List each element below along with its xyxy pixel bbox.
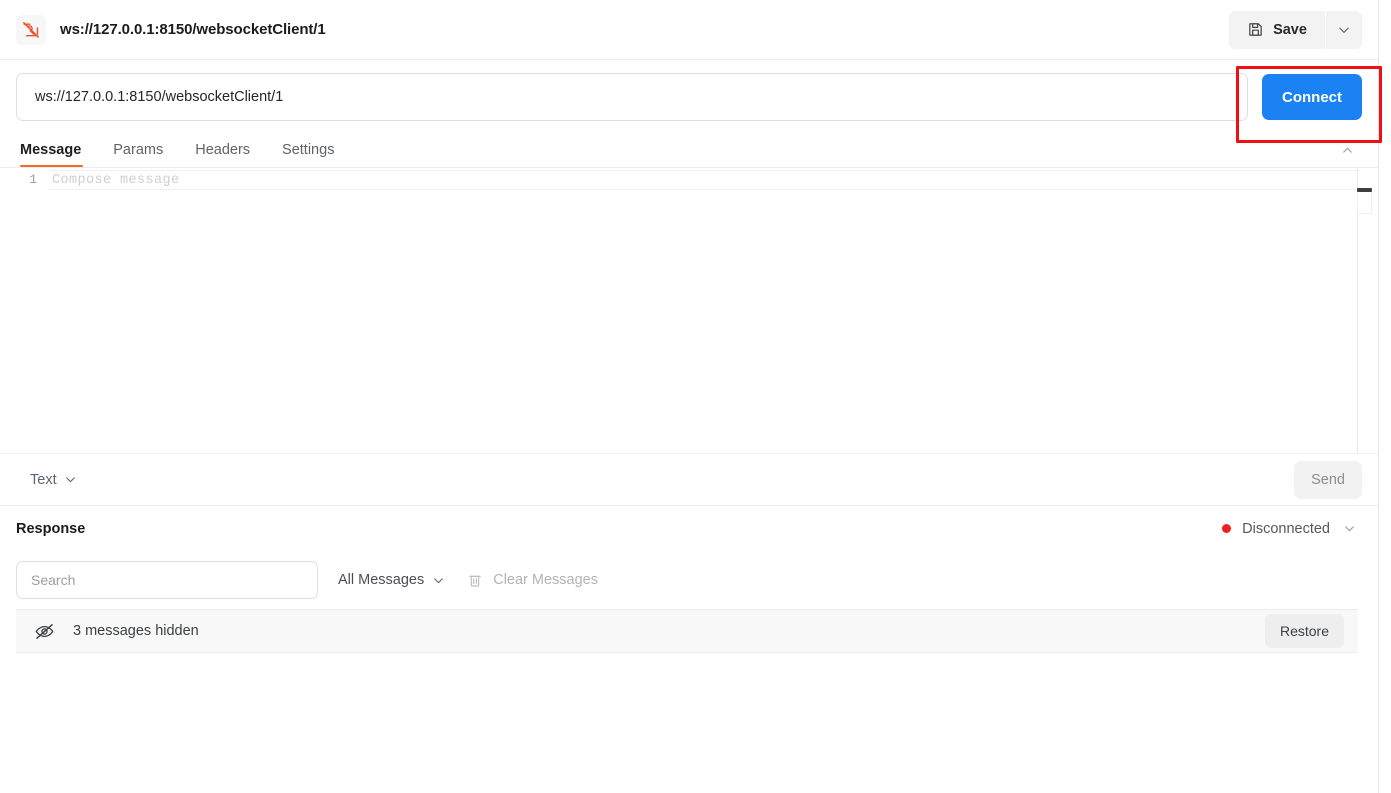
chevron-down-icon <box>1343 522 1356 535</box>
connect-button-wrap: Connect <box>1262 74 1362 120</box>
search-input[interactable] <box>16 561 318 599</box>
window-header: ws://127.0.0.1:8150/websocketClient/1 Sa… <box>0 0 1378 60</box>
tab-params[interactable]: Params <box>97 142 179 167</box>
url-row: Connect <box>0 60 1378 134</box>
hidden-messages-text: 3 messages hidden <box>73 623 199 639</box>
tab-settings[interactable]: Settings <box>266 142 350 167</box>
editor-code-area[interactable]: Compose message <box>50 170 1360 190</box>
page-title: ws://127.0.0.1:8150/websocketClient/1 <box>60 21 326 38</box>
eye-off-icon <box>34 621 55 642</box>
editor-line-number: 1 <box>29 172 37 187</box>
collapse-response-button[interactable] <box>1336 518 1362 540</box>
window-right-divider <box>1378 0 1379 793</box>
chevron-up-icon <box>1341 144 1354 157</box>
hidden-messages-banner: 3 messages hidden Restore <box>16 609 1358 653</box>
editor-placeholder: Compose message <box>52 173 180 188</box>
connect-button[interactable]: Connect <box>1262 74 1362 120</box>
send-button[interactable]: Send <box>1294 460 1362 499</box>
header-title-group: ws://127.0.0.1:8150/websocketClient/1 <box>16 14 1229 45</box>
request-tabs: Message Params Headers Settings <box>16 142 1332 167</box>
floppy-disk-icon <box>1247 21 1264 38</box>
tab-headers[interactable]: Headers <box>179 142 266 167</box>
restore-messages-button[interactable]: Restore <box>1264 614 1344 648</box>
save-button-label: Save <box>1273 21 1307 38</box>
message-editor[interactable]: 1 Compose message <box>0 168 1378 453</box>
hidden-messages-info: 3 messages hidden <box>34 621 1265 642</box>
message-filter-select[interactable]: All Messages <box>336 568 447 592</box>
clear-messages-button[interactable]: Clear Messages <box>465 568 600 592</box>
chevron-down-icon <box>1337 23 1351 37</box>
websocket-client-window: ws://127.0.0.1:8150/websocketClient/1 Sa… <box>0 0 1391 793</box>
response-title: Response <box>16 520 86 537</box>
message-type-label: Text <box>30 471 57 488</box>
editor-line: 1 Compose message <box>0 168 1378 190</box>
chevron-down-icon <box>432 574 445 587</box>
clear-messages-label: Clear Messages <box>493 572 598 588</box>
save-button[interactable]: Save <box>1229 10 1325 49</box>
editor-scrollbar-thumb[interactable] <box>1357 188 1372 192</box>
message-filter-label: All Messages <box>338 572 425 588</box>
response-header: Response Disconnected <box>0 505 1378 551</box>
collapse-request-button[interactable] <box>1332 137 1362 163</box>
message-type-select[interactable]: Text <box>16 468 1294 492</box>
save-options-button[interactable] <box>1326 10 1362 49</box>
websocket-url-input[interactable] <box>16 73 1248 121</box>
connection-status-label: Disconnected <box>1242 520 1330 537</box>
status-dot-icon <box>1222 524 1232 533</box>
response-filter-row: All Messages Clear Messages <box>0 551 1378 609</box>
websocket-disconnected-icon <box>16 14 46 45</box>
request-tabs-bar: Message Params Headers Settings <box>0 134 1378 168</box>
connection-status-badge[interactable]: Disconnected <box>1222 521 1330 537</box>
send-row: Text Send <box>0 453 1378 505</box>
editor-scrollbar-track[interactable] <box>1357 192 1372 214</box>
trash-icon <box>467 572 483 588</box>
chevron-down-icon <box>64 473 77 486</box>
tab-message[interactable]: Message <box>16 142 97 167</box>
save-button-group: Save <box>1229 10 1362 49</box>
